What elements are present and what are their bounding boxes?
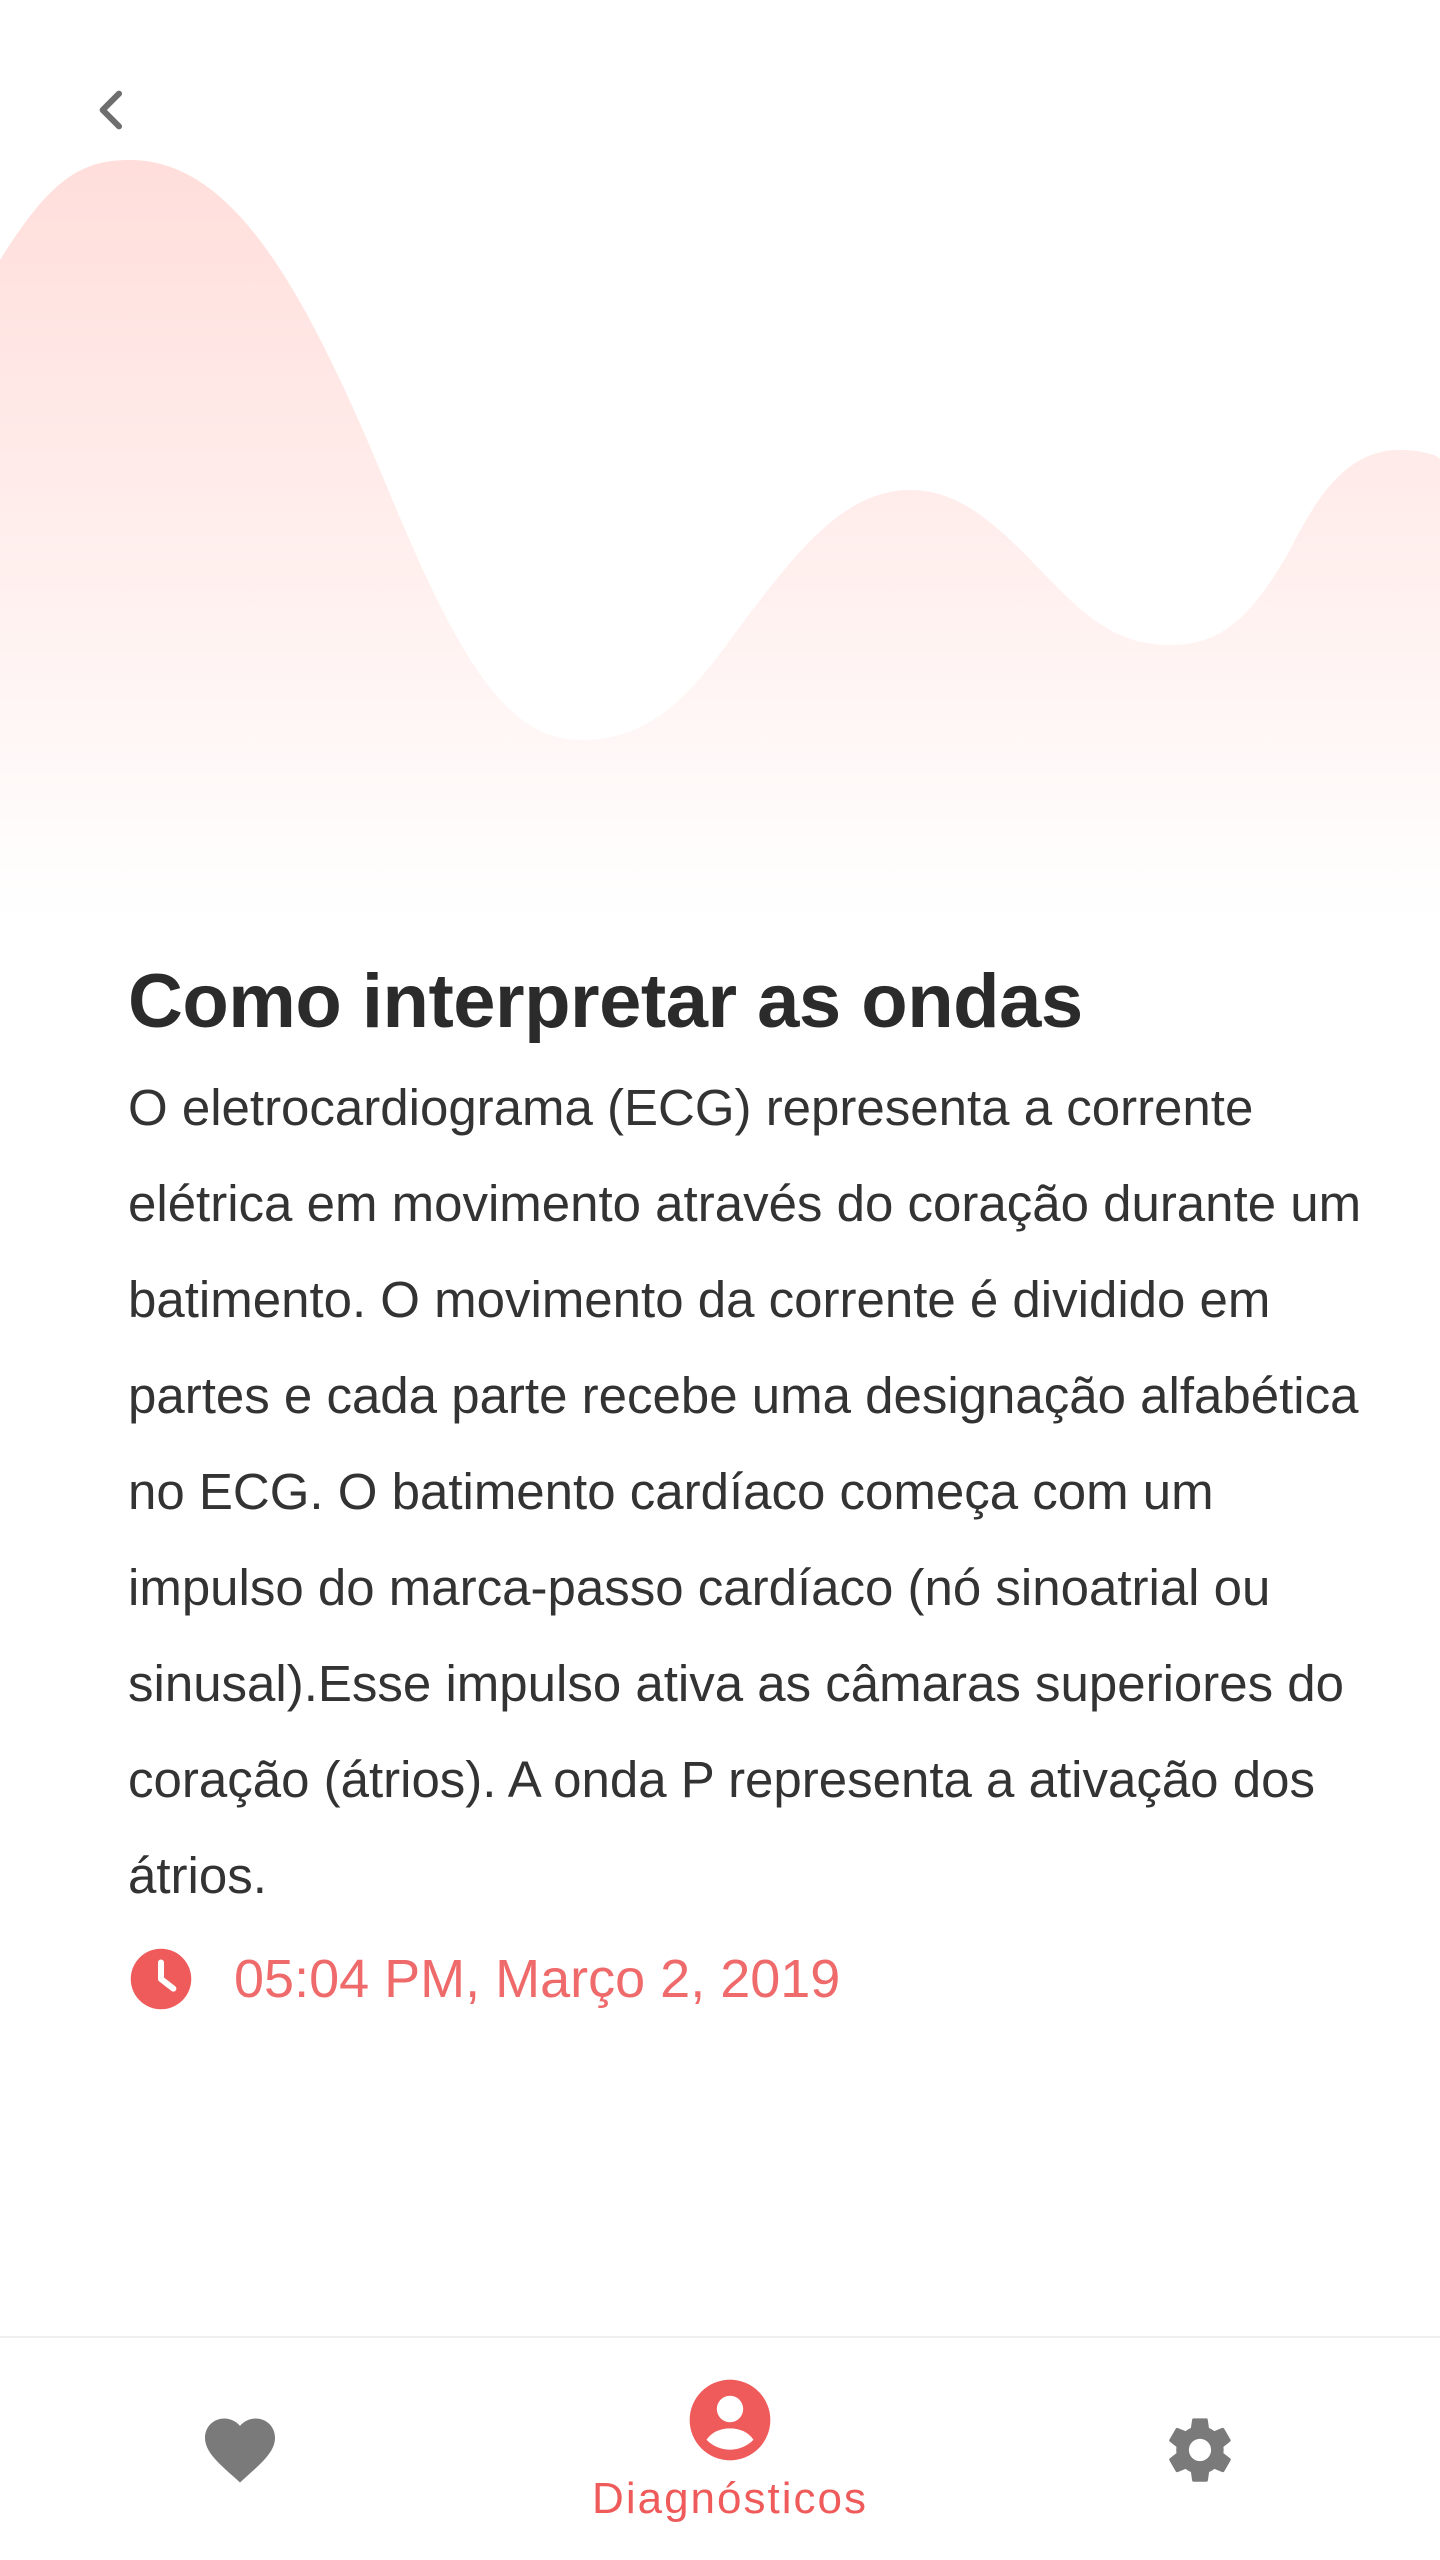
clock-icon bbox=[130, 1948, 192, 2010]
account-circle-icon bbox=[689, 2379, 771, 2461]
wave-header-illustration bbox=[0, 0, 1440, 920]
bottom-navigation: Diagnósticos bbox=[0, 2336, 1440, 2560]
article-body: O eletrocardiograma (ECG) representa a c… bbox=[128, 1079, 1362, 1904]
nav-item-diagnosticos[interactable]: Diagnósticos bbox=[520, 2338, 940, 2560]
wave-graphic bbox=[0, 160, 1440, 920]
chevron-left-icon bbox=[99, 90, 123, 130]
timestamp-text: 05:04 PM, Março 2, 2019 bbox=[234, 1949, 841, 2009]
article-content: Como interpretar as ondas O eletrocardio… bbox=[128, 950, 1398, 2024]
timestamp-row: 05:04 PM, Março 2, 2019 bbox=[128, 1934, 1398, 2024]
wave-shape bbox=[0, 160, 1440, 920]
nav-item-settings[interactable] bbox=[1100, 2338, 1300, 2560]
nav-item-favorites[interactable] bbox=[140, 2338, 340, 2560]
back-button[interactable] bbox=[72, 70, 152, 150]
article-screen: Como interpretar as ondas O eletrocardio… bbox=[0, 0, 1440, 2560]
gear-icon bbox=[1169, 2418, 1231, 2482]
nav-label-diagnosticos: Diagnósticos bbox=[592, 2474, 868, 2523]
article-title: Como interpretar as ondas bbox=[128, 959, 1083, 1044]
heart-icon bbox=[205, 2418, 275, 2483]
